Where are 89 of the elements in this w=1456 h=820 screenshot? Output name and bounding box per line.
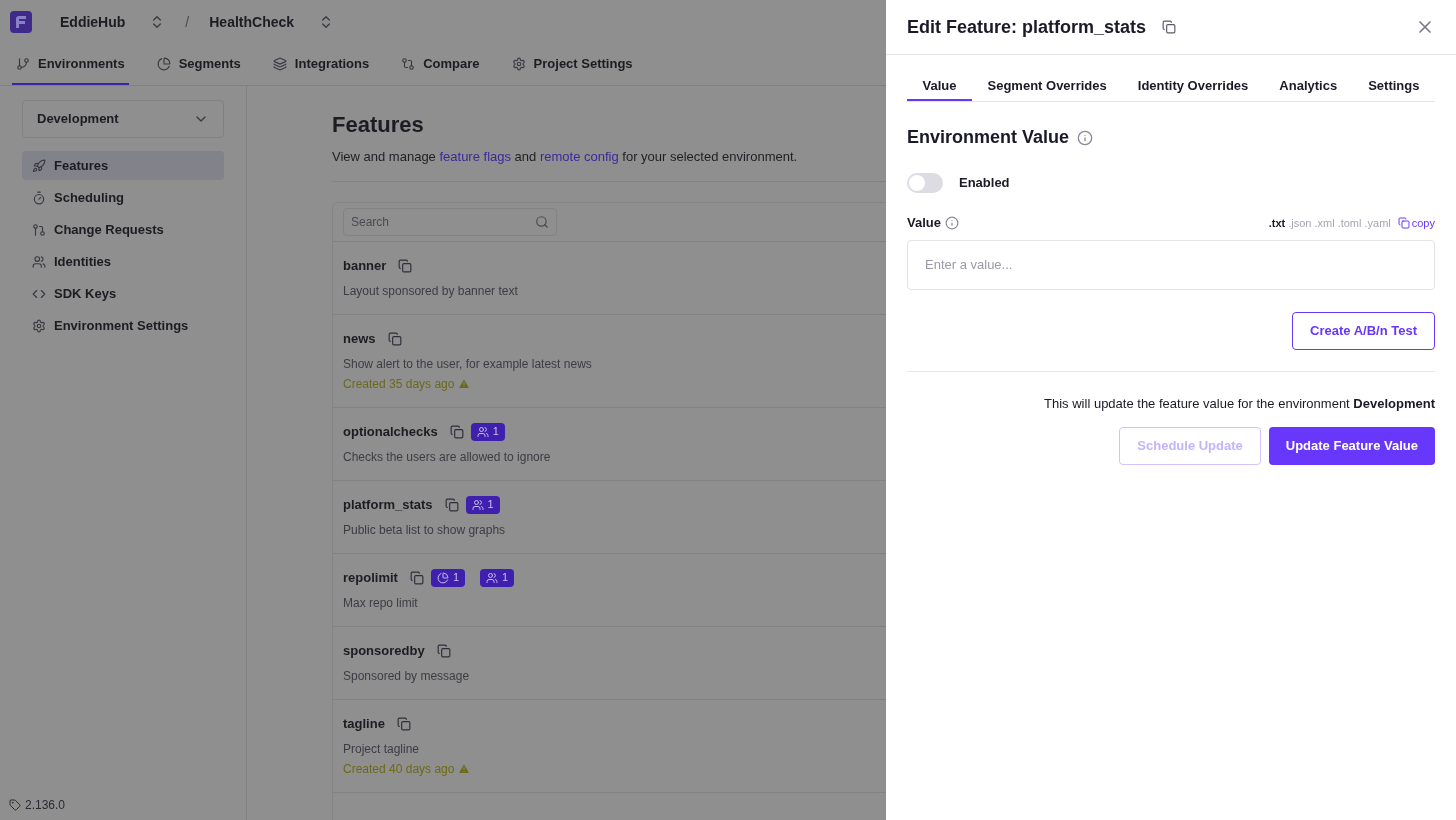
create-ab-test-button[interactable]: Create A/B/n Test xyxy=(1292,311,1435,350)
timer-icon xyxy=(32,190,46,205)
search-field[interactable]: Search xyxy=(343,207,557,236)
project-name[interactable]: HealthCheck xyxy=(209,11,295,33)
users-icon xyxy=(471,498,484,511)
feature-name: tagline xyxy=(343,714,385,733)
feature-name: repolimit xyxy=(343,568,398,587)
toggle-switch[interactable] xyxy=(907,173,943,193)
copy-icon[interactable] xyxy=(409,570,424,585)
feature-description: Max repo limit xyxy=(343,594,419,612)
description-text: and xyxy=(513,148,538,166)
drawer-tab[interactable]: Identity Overrides xyxy=(1122,73,1264,101)
info-icon xyxy=(944,215,959,230)
sidebar-item[interactable]: Features xyxy=(22,151,224,180)
copy-icon[interactable] xyxy=(1162,20,1177,34)
copy-icon[interactable] xyxy=(387,331,402,346)
nav-tab[interactable]: Environments xyxy=(12,44,129,85)
identity-override-badge: 1 xyxy=(480,568,515,587)
copy-icon[interactable] xyxy=(449,424,464,439)
description-text: for your selected environment. xyxy=(621,148,798,166)
copy-icon[interactable] xyxy=(436,643,451,658)
rocket-icon xyxy=(32,158,46,173)
version-label: 2.136.0 xyxy=(25,797,66,814)
format-option[interactable]: .txt xyxy=(1268,214,1286,231)
link[interactable]: feature flags xyxy=(439,147,511,167)
field-label: Value xyxy=(907,214,941,232)
drawer-tab[interactable]: Settings xyxy=(1352,73,1435,101)
settings-icon xyxy=(511,56,526,71)
value-field[interactable]: Enter a value... xyxy=(907,239,1435,290)
logo-icon[interactable] xyxy=(10,11,32,33)
warning-icon xyxy=(458,762,471,775)
feature-name: sponsoredby xyxy=(343,641,425,660)
update-note: This will update the feature value for the environment Development xyxy=(1044,394,1435,413)
page-title: Features xyxy=(332,111,425,139)
drawer-tab[interactable]: Segment Overrides xyxy=(972,73,1123,101)
feature-description: Checks the users are allowed to ignore xyxy=(343,448,552,466)
feature-name: platform_stats xyxy=(343,495,433,514)
section-title: Environment Value xyxy=(907,126,1070,149)
search-icon xyxy=(535,214,549,229)
environment-select[interactable]: Development xyxy=(22,100,224,138)
nav-tab[interactable]: Compare xyxy=(397,44,484,85)
copy-icon[interactable] xyxy=(396,716,411,731)
segment-override-badge: 1 xyxy=(430,568,466,587)
feature-name: optionalchecks xyxy=(343,422,438,441)
tag-icon xyxy=(9,799,21,811)
nav-tab[interactable]: Project Settings xyxy=(507,44,637,85)
identity-override-badge: 1 xyxy=(465,495,500,514)
nav-tab[interactable]: Segments xyxy=(152,44,245,85)
breadcrumb-separator: / xyxy=(185,12,190,32)
sidebar-item[interactable]: Identities xyxy=(22,247,224,276)
toggle-label: Enabled xyxy=(959,174,1010,193)
compare-icon xyxy=(401,56,416,71)
sidebar-item[interactable]: Change Requests xyxy=(22,215,224,244)
users-icon xyxy=(486,571,499,584)
created-date: Created 40 days ago xyxy=(343,760,455,778)
feature-description: Public beta list to show graphs xyxy=(343,521,507,539)
settings-icon xyxy=(32,318,46,333)
warning-icon xyxy=(458,377,471,390)
feature-name: banner xyxy=(343,256,387,275)
created-date: Created 35 days ago xyxy=(343,375,455,393)
info-icon xyxy=(1077,129,1094,146)
pie-chart-icon xyxy=(436,571,449,584)
feature-description: Project tagline xyxy=(343,740,421,758)
sidebar-item[interactable]: Scheduling xyxy=(22,183,224,212)
copy-icon[interactable] xyxy=(444,497,459,512)
users-icon xyxy=(32,254,46,269)
users-icon xyxy=(476,425,489,438)
copy-link[interactable]: copy xyxy=(1397,214,1435,231)
sidebar-item[interactable]: Environment Settings xyxy=(22,311,224,340)
pull-request-icon xyxy=(32,222,46,237)
nav-tab[interactable]: Integrations xyxy=(268,44,374,85)
update-button[interactable]: Update Feature Value xyxy=(1268,427,1435,465)
identity-override-badge: 1 xyxy=(470,422,505,441)
branch-icon xyxy=(16,56,30,71)
drawer-title: Edit Feature: platform_stats xyxy=(907,15,1147,39)
feature-name: news xyxy=(343,329,376,348)
drawer-tab[interactable]: Analytics xyxy=(1263,73,1353,101)
copy-icon[interactable] xyxy=(398,258,413,273)
feature-description: Show alert to the user, for example latest news xyxy=(343,355,593,373)
feature-description: Sponsored by message xyxy=(343,667,471,685)
copy-icon xyxy=(1397,216,1410,229)
link[interactable]: remote config xyxy=(539,147,619,167)
organisation-name[interactable]: EddieHub xyxy=(60,11,126,33)
sidebar-item[interactable]: SDK Keys xyxy=(22,279,224,308)
feature-description: Layout sponsored by banner text xyxy=(343,282,519,300)
layers-icon xyxy=(272,56,287,71)
drawer-tab[interactable]: Value xyxy=(907,73,972,101)
pie-chart-icon xyxy=(156,56,171,71)
description-text: View and manage xyxy=(332,148,437,166)
